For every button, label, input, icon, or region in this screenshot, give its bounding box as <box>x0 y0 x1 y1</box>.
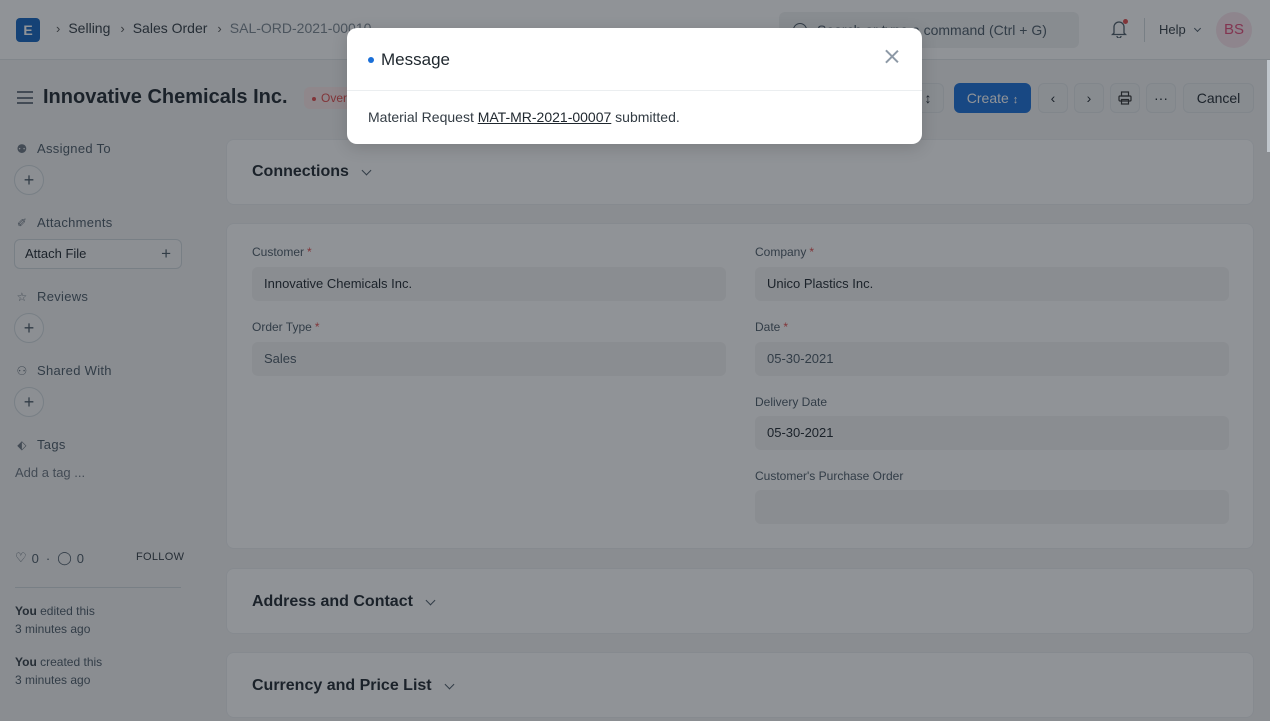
message-suffix: submitted. <box>611 109 680 125</box>
message-prefix: Material Request <box>368 109 478 125</box>
dialog-body: Material Request MAT-MR-2021-00007 submi… <box>368 109 680 125</box>
indicator-dot <box>368 57 374 63</box>
dialog-title: Message <box>381 50 450 69</box>
close-icon[interactable] <box>884 48 900 64</box>
message-dialog: Message Material Request MAT-MR-2021-000… <box>347 28 922 144</box>
dialog-header: Message <box>347 28 922 91</box>
material-request-link[interactable]: MAT-MR-2021-00007 <box>478 109 612 125</box>
